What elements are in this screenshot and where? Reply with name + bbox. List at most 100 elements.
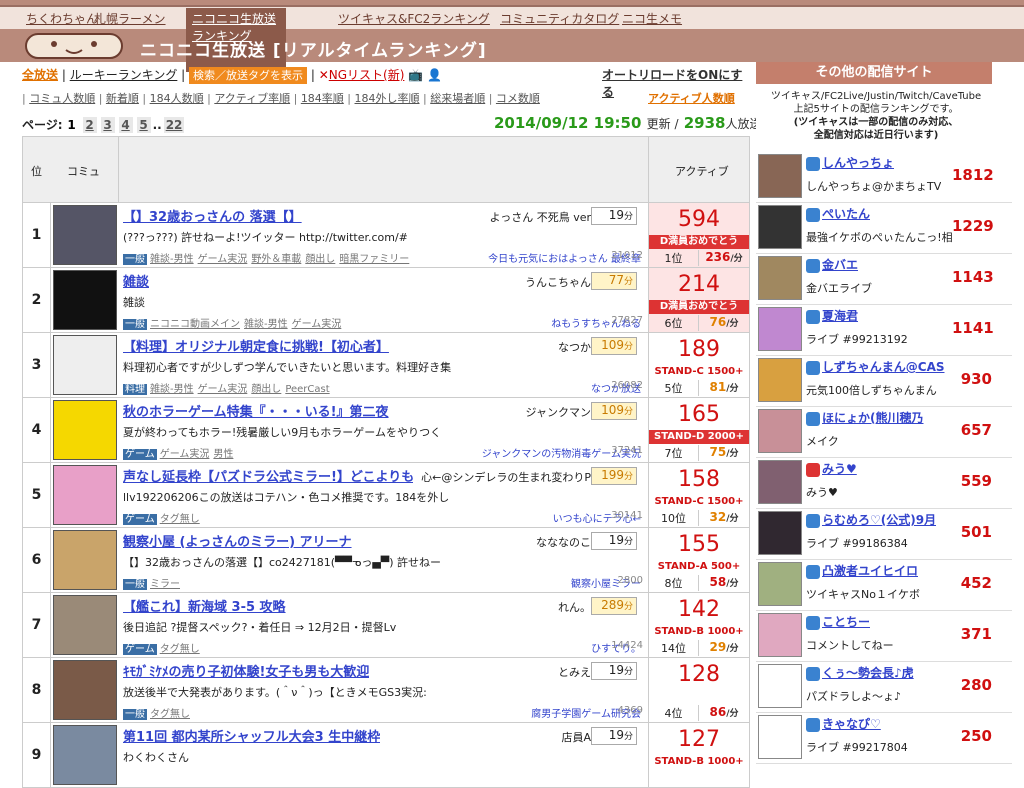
sidebar-name-link[interactable]: ことちー — [806, 613, 870, 630]
ng-list-link[interactable]: NGリスト(新) — [329, 68, 405, 82]
tag-link[interactable]: ミラー — [150, 579, 180, 590]
tag-link[interactable]: 雑談-男性 — [150, 384, 194, 395]
sidebar-item[interactable]: 凸激者ユイヒイロ ツイキャスNo１イケボ 452 — [756, 560, 1012, 611]
sidebar-name-link[interactable]: くぅ～勢会長♪虎 — [806, 664, 914, 681]
category-badge[interactable]: ゲーム — [123, 449, 157, 460]
rookie-ranking-link[interactable]: ルーキーランキング — [70, 68, 178, 82]
sort-link[interactable]: コミュ人数順 — [29, 92, 95, 105]
sidebar-name-link[interactable]: みう♥ — [806, 460, 857, 477]
owner-name[interactable]: とみえ — [558, 664, 591, 680]
sidebar-name-link[interactable]: らむめろ♡(公式)9月 — [806, 511, 936, 528]
stream-title-link[interactable]: 【】32歳おっさんの 落選【】 — [123, 206, 302, 225]
owner-name[interactable]: うんこちゃん — [525, 274, 591, 290]
sidebar-name-link[interactable]: 金バエ — [806, 256, 858, 273]
sort-link[interactable]: 184率順 — [301, 92, 344, 105]
owner-name[interactable]: 心←@シンデレラの生まれ変わりP — [421, 469, 591, 485]
tag-link[interactable]: PeerCast — [285, 384, 329, 395]
stream-title-link[interactable]: 雑談 — [123, 271, 149, 290]
sidebar-name-link[interactable]: しずちゃんまん@CAS — [806, 358, 945, 375]
community-thumbnail[interactable] — [53, 660, 117, 720]
page-link[interactable]: 3 — [100, 117, 115, 133]
owner-name[interactable]: れん。 — [558, 599, 591, 615]
topnav-item[interactable]: ツイキャス&FC2ランキング — [338, 10, 490, 27]
tag-link[interactable]: タグ無し — [150, 709, 190, 720]
tag-link[interactable]: 野外＆車載 — [251, 254, 301, 265]
stream-title-link[interactable]: 【料理】オリジナル朝定食に挑戦!【初心者】 — [123, 336, 389, 355]
sidebar-name-link[interactable]: 夏海君 — [806, 307, 858, 324]
sidebar-item[interactable]: らむめろ♡(公式)9月 ライブ #99186384 501 — [756, 509, 1012, 560]
sidebar-item[interactable]: しずちゃんまん@CAS 元気100倍しずちゃんまん 930 — [756, 356, 1012, 407]
page-link[interactable]: 2 — [82, 117, 97, 133]
sidebar-item[interactable]: ほにょか(熊川穂乃 メイク 657 — [756, 407, 1012, 458]
tag-link[interactable]: ゲーム実況 — [160, 449, 210, 460]
sidebar-name-link[interactable]: ぺいたん — [806, 205, 870, 222]
tag-link[interactable]: 顔出し — [305, 254, 335, 265]
tag-link[interactable]: タグ無し — [160, 514, 200, 525]
sidebar-item[interactable]: くぅ～勢会長♪虎 パズドラしよ～ょ♪ 280 — [756, 662, 1012, 713]
community-thumbnail[interactable] — [53, 595, 117, 655]
topnav-item[interactable]: ちくわちゃん — [26, 10, 98, 27]
community-thumbnail[interactable] — [53, 725, 117, 785]
sidebar-name-link[interactable]: 凸激者ユイヒイロ — [806, 562, 918, 579]
sidebar-avatar[interactable] — [758, 613, 802, 657]
tag-link[interactable]: 男性 — [213, 449, 233, 460]
sidebar-item[interactable]: ことちー コメントしてねー 371 — [756, 611, 1012, 662]
sidebar-avatar[interactable] — [758, 562, 802, 606]
tag-link[interactable]: 雑談-男性 — [244, 319, 288, 330]
sidebar-item[interactable]: しんやっちょ しんやっちょ@かまちょTV 1812 — [756, 152, 1012, 203]
sidebar-item[interactable]: 金バエ 金バエライブ 1143 — [756, 254, 1012, 305]
category-badge[interactable]: 料理 — [123, 384, 147, 395]
community-thumbnail[interactable] — [53, 465, 117, 525]
category-badge[interactable]: ゲーム — [123, 514, 157, 525]
sort-link[interactable]: 新着順 — [106, 92, 139, 105]
sidebar-avatar[interactable] — [758, 307, 802, 351]
sort-link[interactable]: 184外し率順 — [355, 92, 420, 105]
community-thumbnail[interactable] — [53, 205, 117, 265]
sidebar-name-link[interactable]: しんやっちょ — [806, 154, 894, 171]
page-link[interactable]: 5 — [136, 117, 151, 133]
sidebar-avatar[interactable] — [758, 664, 802, 708]
search-tag-button[interactable]: 検索／放送タグを表示 — [189, 67, 308, 84]
tag-link[interactable]: タグ無し — [160, 644, 200, 655]
community-thumbnail[interactable] — [53, 530, 117, 590]
sort-link[interactable]: 184人数順 — [150, 92, 204, 105]
community-thumbnail[interactable] — [53, 335, 117, 395]
sidebar-item[interactable]: ぺいたん 最強イケボのぺぃたんこっ!相 1229 — [756, 203, 1012, 254]
tag-link[interactable]: ゲーム実況 — [292, 319, 342, 330]
stream-title-link[interactable]: 第11回 都内某所シャッフル大会3 生中継枠 — [123, 726, 380, 745]
category-badge[interactable]: 一般 — [123, 319, 147, 330]
page-link-last[interactable]: 22 — [163, 117, 185, 133]
tv-icon[interactable]: 📺 — [408, 68, 423, 82]
topnav-item[interactable]: コミュニティカタログ — [500, 10, 619, 27]
owner-name[interactable]: なつか — [558, 339, 591, 355]
sidebar-avatar[interactable] — [758, 205, 802, 249]
category-badge[interactable]: 一般 — [123, 254, 147, 265]
stream-title-link[interactable]: ｷﾓｶﾞﾐｹﾒの売り子初体験!女子も男も大歓迎 — [123, 661, 369, 680]
page-link[interactable]: 4 — [118, 117, 133, 133]
category-badge[interactable]: ゲーム — [123, 644, 157, 655]
sidebar-avatar[interactable] — [758, 409, 802, 453]
sort-link[interactable]: アクティブ率順 — [214, 92, 290, 105]
sidebar-item[interactable]: 夏海君 ライブ #99213192 1141 — [756, 305, 1012, 356]
category-badge[interactable]: 一般 — [123, 579, 147, 590]
sidebar-avatar[interactable] — [758, 154, 802, 198]
sidebar-item[interactable]: きゃなぴ♡ ライブ #99217804 250 — [756, 713, 1012, 764]
tag-link[interactable]: 雑談-男性 — [150, 254, 194, 265]
owner-name[interactable]: 店員A — [561, 729, 591, 745]
sidebar-avatar[interactable] — [758, 256, 802, 300]
sidebar-name-link[interactable]: きゃなぴ♡ — [806, 715, 881, 732]
sidebar-avatar[interactable] — [758, 358, 802, 402]
tag-link[interactable]: ゲーム実況 — [198, 254, 248, 265]
sidebar-avatar[interactable] — [758, 511, 802, 555]
sidebar-item[interactable]: みう♥ みう♥ 559 — [756, 458, 1012, 509]
tag-link[interactable]: 顔出し — [251, 384, 281, 395]
community-thumbnail[interactable] — [53, 400, 117, 460]
owner-name[interactable]: ジャンクマン — [526, 404, 591, 420]
tag-link[interactable]: ニコニコ動画メイン — [150, 319, 240, 330]
all-broadcast-link[interactable]: 全放送 — [22, 68, 58, 82]
stream-title-link[interactable]: 秋のホラーゲーム特集『・・・いる!』第二夜 — [123, 401, 389, 420]
tag-link[interactable]: 暗黒ファミリー — [339, 254, 409, 265]
sidebar-avatar[interactable] — [758, 715, 802, 759]
sort-link[interactable]: 総来場者順 — [430, 92, 485, 105]
category-badge[interactable]: 一般 — [123, 709, 147, 720]
